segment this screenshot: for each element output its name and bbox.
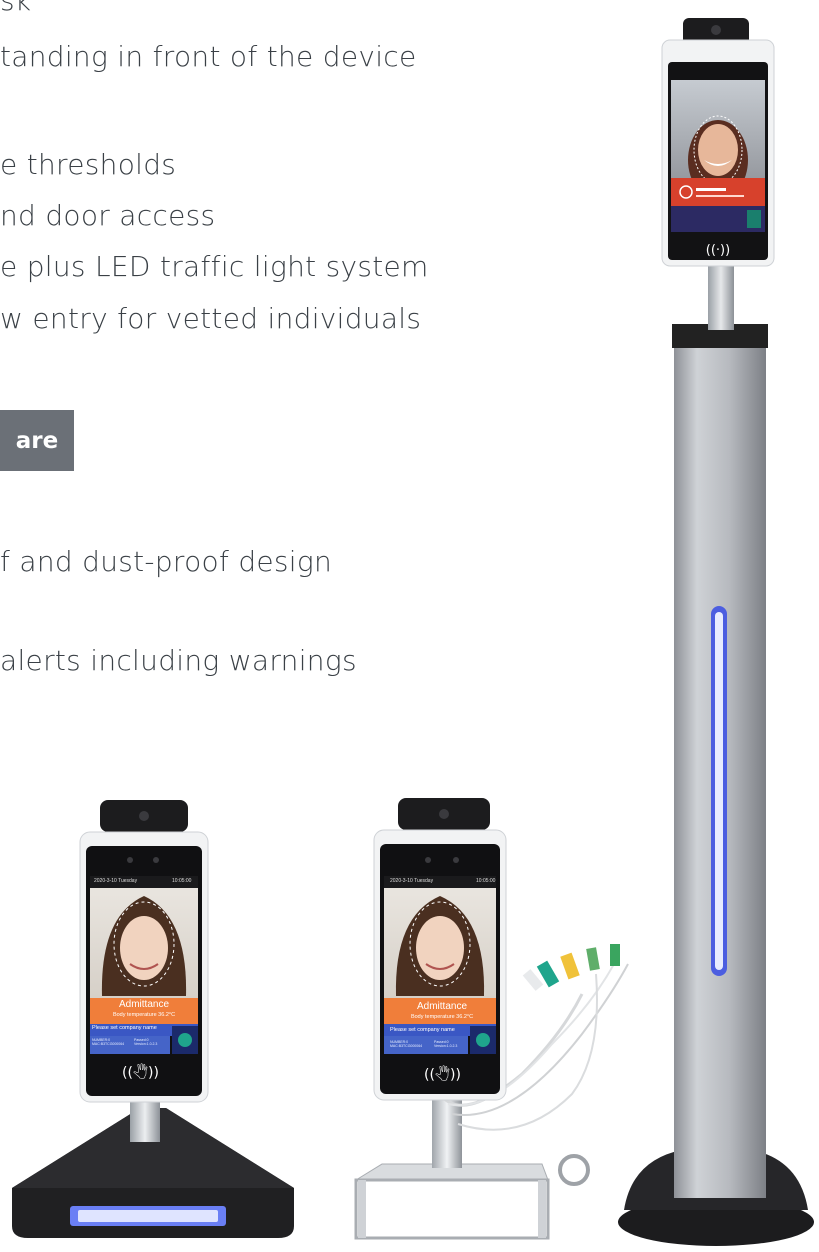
section-tab[interactable]: are: [0, 410, 74, 471]
screen-info-right: Passed:0 Version:1.0.2.3: [134, 1038, 158, 1046]
screen-info-right-2: Passed:0 Version:1.0.2.3: [434, 1040, 458, 1048]
screen-time: 10:05:00: [172, 878, 192, 884]
screen-time-2: 10:05:00: [476, 878, 496, 884]
section-tab-label: are: [15, 427, 59, 454]
feature-line-3: e thresholds: [0, 148, 177, 181]
desk-stand-device: [12, 800, 294, 1238]
cable-stand-device: [354, 798, 629, 1240]
feature-line-8: alerts including warnings: [0, 644, 357, 677]
feature-line-5: e plus LED traffic light system: [0, 250, 429, 283]
feature-line-6: w entry for vetted individuals: [0, 302, 422, 335]
screen-company-prompt: Please set company name: [92, 1025, 157, 1031]
feature-line-1: sk: [0, 0, 32, 17]
screen-company-prompt-2: Please set company name: [390, 1027, 455, 1033]
screen-date-2: 2020-3-10 Tuesday: [390, 878, 434, 884]
screen-info-left: NUMBER:0 MAC:B3TCG000064: [92, 1038, 125, 1046]
screen-info-left-2: NUMBER:0 MAC:B3TCG000064: [390, 1040, 423, 1048]
svg-text:((·)): ((·)): [706, 243, 730, 258]
nfc-symbol: ((🖑)): [122, 1065, 159, 1081]
screen-temperature: Body temperature 36.2°C: [112, 1012, 176, 1018]
feature-line-2: tanding in front of the device: [0, 40, 417, 73]
screen-temperature-2: Body temperature 36.2°C: [410, 1014, 474, 1020]
screen-date: 2020-3-10 Tuesday: [94, 878, 138, 884]
screen-status: Admittance: [118, 999, 170, 1010]
feature-line-4: nd door access: [0, 199, 216, 232]
screen-status-2: Admittance: [416, 1001, 468, 1012]
feature-line-7: f and dust-proof design: [0, 545, 333, 578]
nfc-symbol-2: ((🖑)): [424, 1067, 461, 1083]
